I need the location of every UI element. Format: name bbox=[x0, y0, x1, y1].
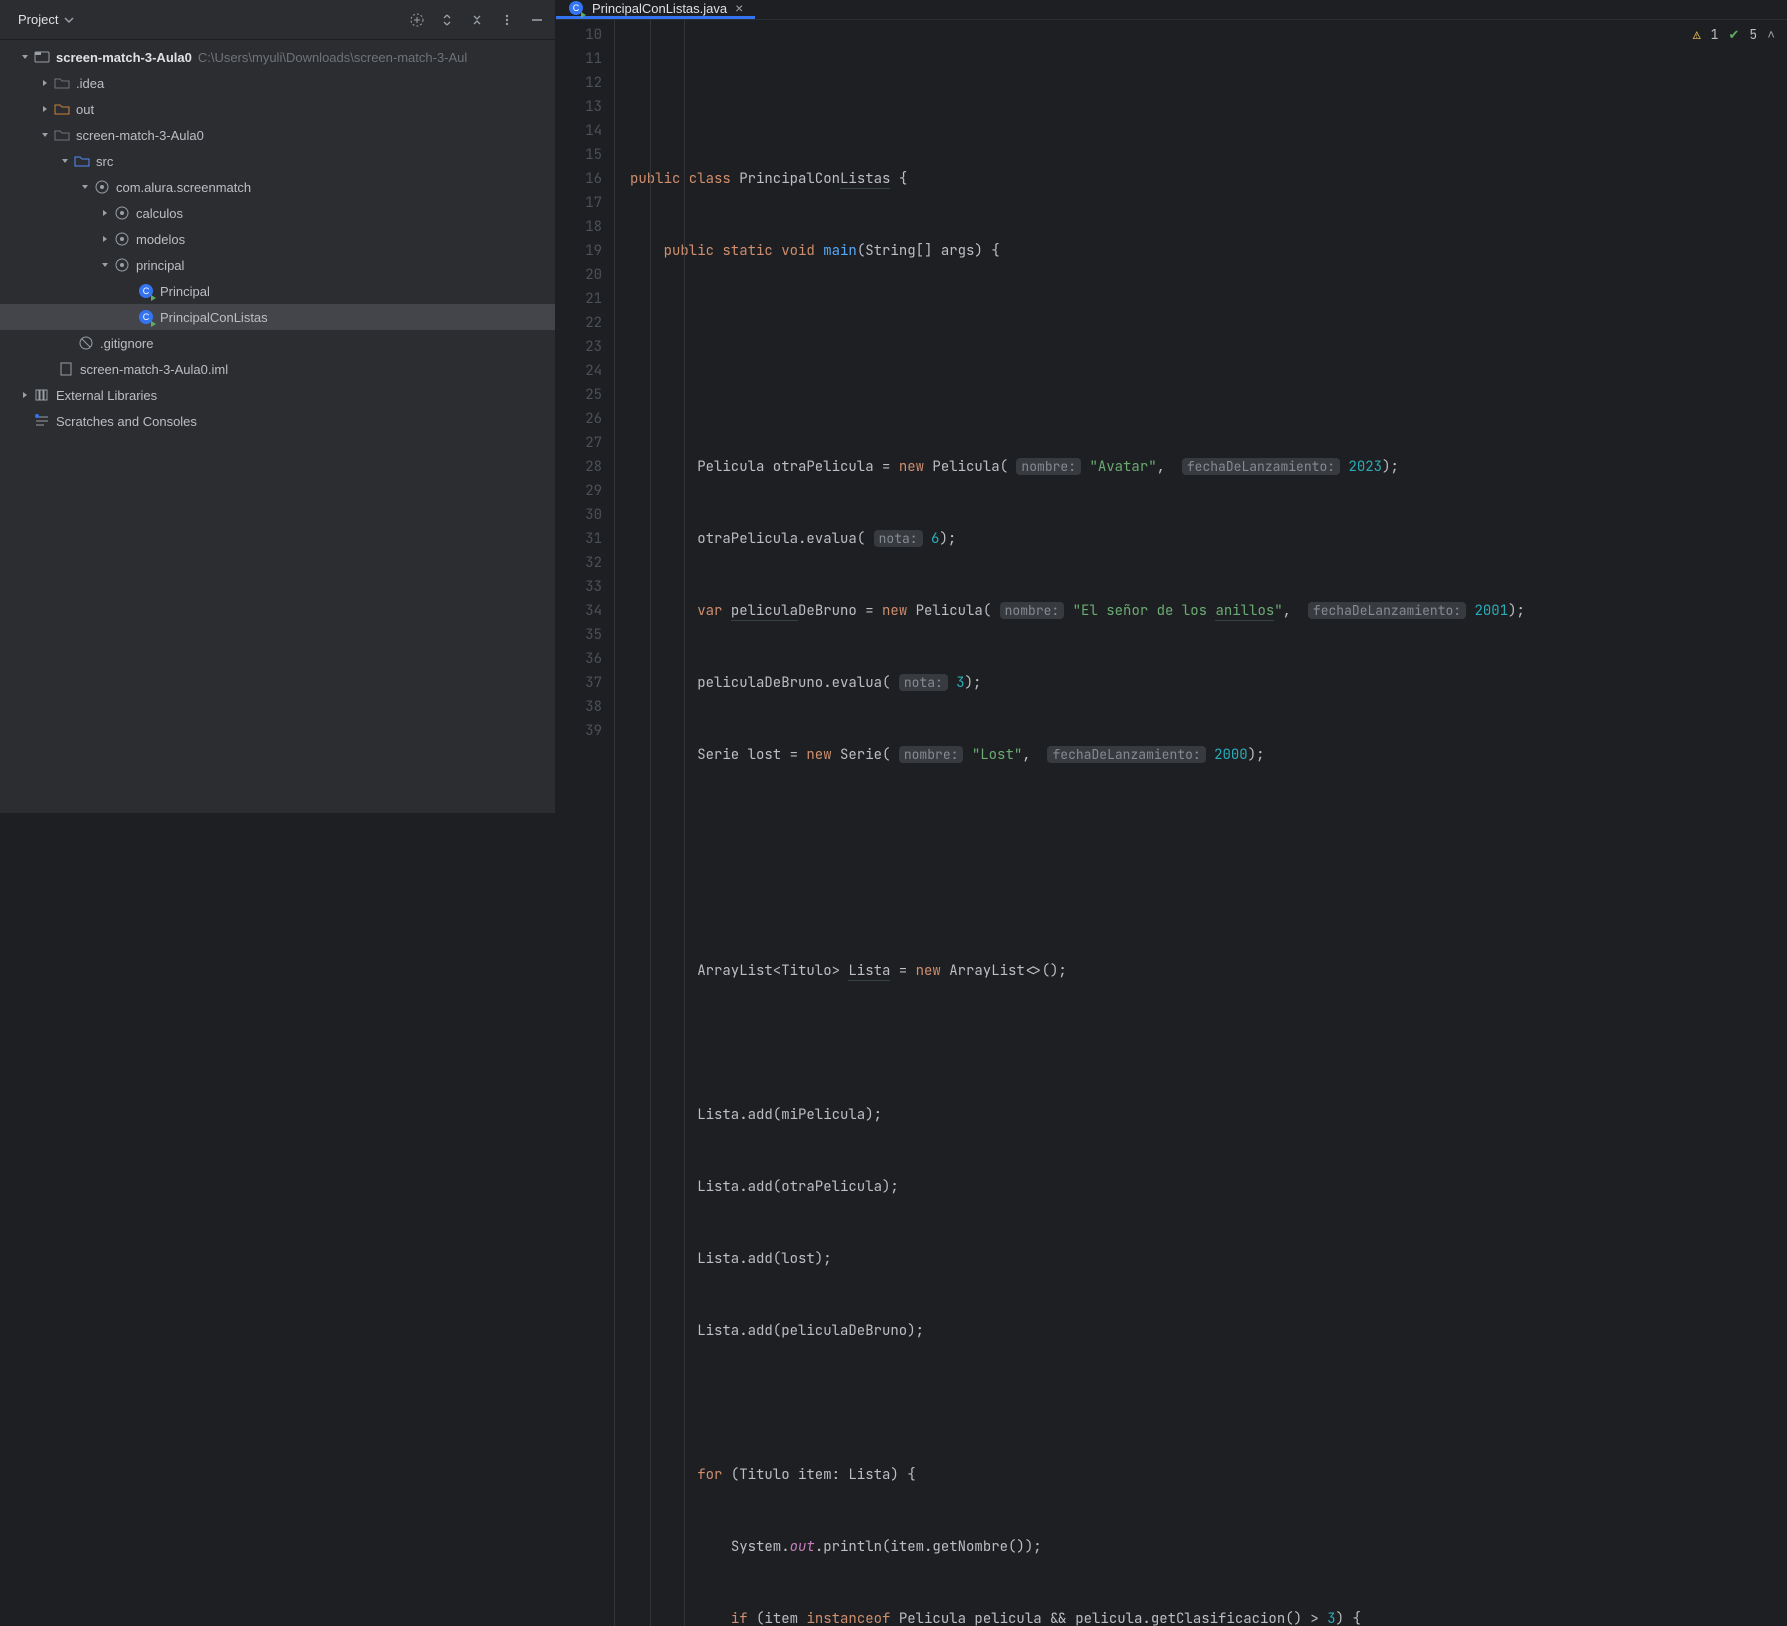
scratches-icon bbox=[34, 413, 50, 429]
line-number[interactable]: 20 bbox=[556, 263, 602, 287]
line-number[interactable]: 32 bbox=[556, 551, 602, 575]
line-number[interactable]: 15 bbox=[556, 143, 602, 167]
code-content[interactable]: public class PrincipalConListas { public… bbox=[614, 20, 1787, 1626]
line-number[interactable]: 35 bbox=[556, 623, 602, 647]
svg-text:C: C bbox=[573, 3, 580, 13]
tree-external-libraries[interactable]: External Libraries bbox=[0, 382, 555, 408]
package-icon bbox=[94, 179, 110, 195]
editor-area: C PrincipalConListas.java × ⚠1 ✔5 ˄ 1011… bbox=[556, 0, 1787, 813]
line-number[interactable]: 23 bbox=[556, 335, 602, 359]
line-number[interactable]: 36 bbox=[556, 647, 602, 671]
tree-class-principal[interactable]: C Principal bbox=[0, 278, 555, 304]
svg-text:C: C bbox=[143, 312, 150, 322]
libraries-icon bbox=[34, 387, 50, 403]
tree-package-modelos[interactable]: modelos bbox=[0, 226, 555, 252]
runnable-class-icon: C bbox=[138, 309, 154, 325]
line-number[interactable]: 28 bbox=[556, 455, 602, 479]
expand-all-icon[interactable] bbox=[439, 12, 455, 28]
gitignore-icon bbox=[78, 335, 94, 351]
tree-module-folder[interactable]: screen-match-3-Aula0 bbox=[0, 122, 555, 148]
more-options-icon[interactable] bbox=[499, 12, 515, 28]
line-number[interactable]: 16 bbox=[556, 167, 602, 191]
line-number[interactable]: 39 bbox=[556, 719, 602, 743]
line-number[interactable]: 19 bbox=[556, 239, 602, 263]
line-number[interactable]: 31 bbox=[556, 527, 602, 551]
runnable-class-icon: C bbox=[568, 0, 584, 16]
tree-package-principal[interactable]: principal bbox=[0, 252, 555, 278]
line-number[interactable]: 33 bbox=[556, 575, 602, 599]
collapse-all-icon[interactable] bbox=[469, 12, 485, 28]
tree-package-root[interactable]: com.alura.screenmatch bbox=[0, 174, 555, 200]
line-number[interactable]: 38 bbox=[556, 695, 602, 719]
line-number[interactable]: 25 bbox=[556, 383, 602, 407]
tree-gitignore[interactable]: .gitignore bbox=[0, 330, 555, 356]
folder-icon bbox=[54, 75, 70, 91]
line-number[interactable]: 18 bbox=[556, 215, 602, 239]
tree-class-principalconlistas[interactable]: C PrincipalConListas bbox=[0, 304, 555, 330]
tab-filename: PrincipalConListas.java bbox=[592, 1, 727, 16]
line-number[interactable]: 17 bbox=[556, 191, 602, 215]
line-number[interactable]: 12 bbox=[556, 71, 602, 95]
project-title[interactable]: Project bbox=[18, 12, 74, 27]
tree-package-calculos[interactable]: calculos bbox=[0, 200, 555, 226]
package-icon bbox=[114, 257, 130, 273]
line-number[interactable]: 26 bbox=[556, 407, 602, 431]
tree-src-folder[interactable]: src bbox=[0, 148, 555, 174]
line-number[interactable]: 30 bbox=[556, 503, 602, 527]
tree-root[interactable]: screen-match-3-Aula0 C:\Users\myuli\Down… bbox=[0, 44, 555, 70]
line-number[interactable]: 34 bbox=[556, 599, 602, 623]
iml-file-icon bbox=[58, 361, 74, 377]
line-number[interactable]: 22 bbox=[556, 311, 602, 335]
tree-iml-file[interactable]: screen-match-3-Aula0.iml bbox=[0, 356, 555, 382]
chevron-down-icon bbox=[64, 15, 74, 25]
select-opened-file-icon[interactable] bbox=[409, 12, 425, 28]
hide-icon[interactable] bbox=[529, 12, 545, 28]
editor-tabs: C PrincipalConListas.java × bbox=[556, 0, 1787, 20]
line-number[interactable]: 10 bbox=[556, 23, 602, 47]
line-number[interactable]: 24 bbox=[556, 359, 602, 383]
out-folder-icon bbox=[54, 101, 70, 117]
line-number[interactable]: 11 bbox=[556, 47, 602, 71]
tree-idea-folder[interactable]: .idea bbox=[0, 70, 555, 96]
runnable-class-icon: C bbox=[138, 283, 154, 299]
module-icon bbox=[34, 49, 50, 65]
line-number[interactable]: 37 bbox=[556, 671, 602, 695]
line-number[interactable]: 13 bbox=[556, 95, 602, 119]
line-number[interactable]: 27 bbox=[556, 431, 602, 455]
folder-icon bbox=[54, 127, 70, 143]
line-number[interactable]: 29 bbox=[556, 479, 602, 503]
tree-out-folder[interactable]: out bbox=[0, 96, 555, 122]
code-editor[interactable]: ⚠1 ✔5 ˄ 10111213141516171819202122232425… bbox=[556, 20, 1787, 1626]
line-number[interactable]: 14 bbox=[556, 119, 602, 143]
tree-scratches[interactable]: Scratches and Consoles bbox=[0, 408, 555, 434]
project-tree[interactable]: screen-match-3-Aula0 C:\Users\myuli\Down… bbox=[0, 40, 555, 813]
package-icon bbox=[114, 205, 130, 221]
close-tab-icon[interactable]: × bbox=[735, 0, 743, 16]
src-folder-icon bbox=[74, 153, 90, 169]
package-icon bbox=[114, 231, 130, 247]
line-number-gutter[interactable]: 1011121314151617181920212223242526272829… bbox=[556, 20, 614, 1626]
svg-text:C: C bbox=[143, 286, 150, 296]
project-header: Project bbox=[0, 0, 555, 40]
project-tool-window: Project screen-match-3-Aula0 C:\Users\my… bbox=[0, 0, 556, 813]
line-number[interactable]: 21 bbox=[556, 287, 602, 311]
editor-tab-active[interactable]: C PrincipalConListas.java × bbox=[556, 0, 755, 19]
